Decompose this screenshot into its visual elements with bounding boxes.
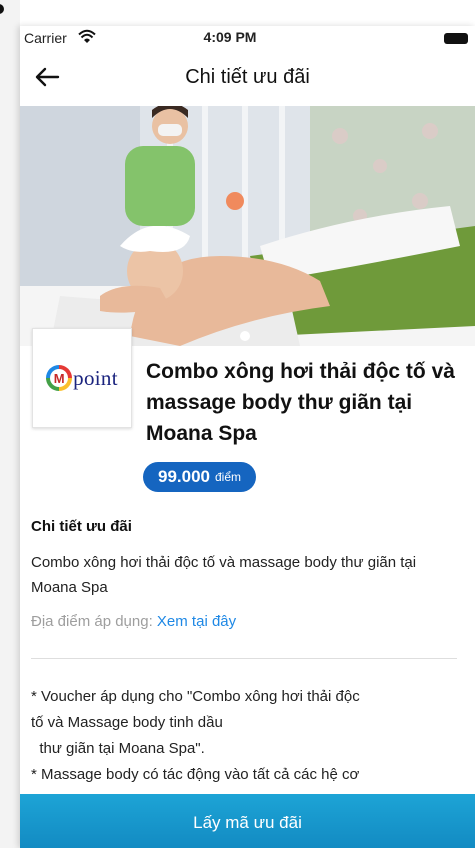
status-bar: Carrier 4:09 PM — [20, 26, 475, 52]
battery-icon — [444, 33, 468, 44]
voucher-notes: * Voucher áp dụng cho "Combo xông hơi th… — [31, 684, 471, 788]
points-unit: điểm — [215, 470, 242, 484]
get-voucher-button[interactable]: Lấy mã ưu đãi — [20, 794, 475, 848]
status-time: 4:09 PM — [203, 29, 257, 45]
background-app-edge — [0, 0, 20, 848]
background-app-top — [0, 0, 475, 28]
note-line: tố và Massage body tinh dầu — [31, 714, 223, 731]
points-value: 99.000 — [158, 467, 210, 486]
points-badge: 99.000 điểm — [143, 462, 257, 492]
note-line: thư giãn tại Moana Spa". — [31, 740, 205, 757]
details-section-title: Chi tiết ưu đãi — [31, 518, 132, 535]
mpoint-logo-mark: M — [46, 365, 73, 391]
offer-title: Combo xông hơi thải độc tố và massage bo… — [146, 360, 455, 445]
location-row: Địa điểm áp dụng: Xem tại đây — [31, 613, 236, 630]
mpoint-logo: M point — [32, 328, 132, 428]
offer-description: Combo xông hơi thải độc tố và massage bo… — [31, 554, 417, 596]
offer-hero-image — [20, 106, 475, 346]
note-line: * Voucher áp dụng cho "Combo xông hơi th… — [31, 688, 360, 705]
note-line: * Massage body có tác động vào tất cả cá… — [31, 766, 360, 783]
mpoint-logo-text: point — [73, 365, 118, 390]
divider — [31, 658, 457, 659]
nav-bar: Chi tiết ưu đãi — [20, 52, 475, 106]
page-title: Chi tiết ưu đãi — [185, 66, 310, 88]
location-link[interactable]: Xem tại đây — [157, 613, 236, 630]
offer-detail-screen: Carrier 4:09 PM Chi tiết ưu đãi M point … — [20, 26, 475, 848]
location-label: Địa điểm áp dụng: — [31, 613, 153, 630]
